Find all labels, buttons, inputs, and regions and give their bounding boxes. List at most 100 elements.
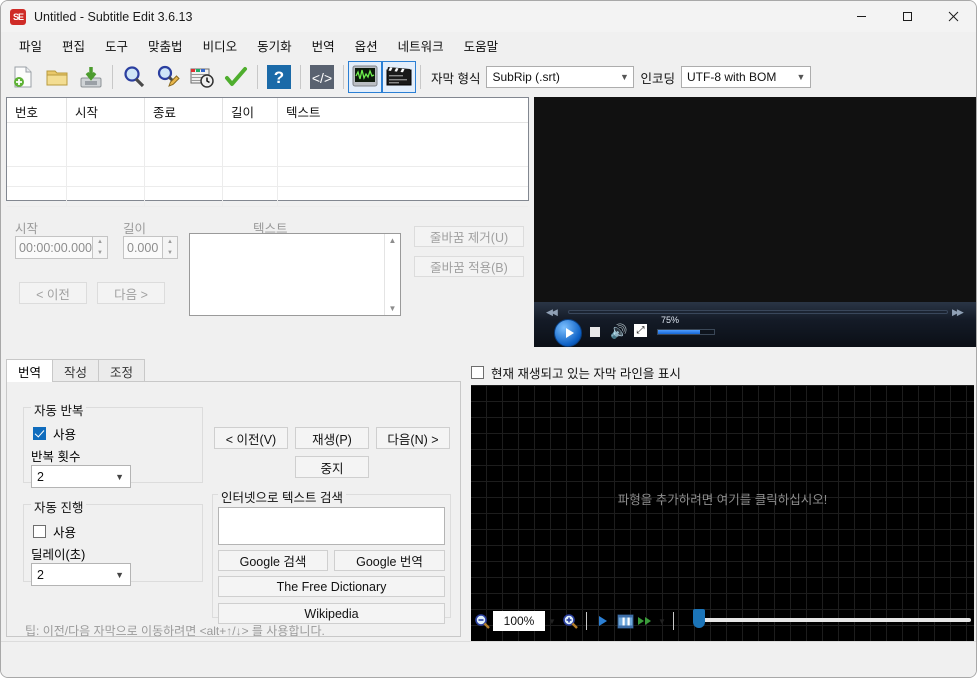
next-subtitle-button[interactable]: 다음 > (97, 282, 165, 304)
menu-spellcheck[interactable]: 맞춤법 (138, 32, 193, 59)
rewind-icon[interactable]: ◀◀ (546, 307, 558, 318)
fast-forward-icon[interactable]: ▶▶ (952, 307, 964, 318)
tab-adjust[interactable]: 조정 (98, 359, 146, 382)
tab-translate-label: 번역 (18, 365, 42, 380)
menu-tools[interactable]: 도구 (95, 32, 138, 59)
previous-subtitle-button[interactable]: < 이전 (19, 282, 87, 304)
column-header-text[interactable]: 텍스트 (278, 98, 528, 122)
show-current-line-checkbox[interactable] (471, 366, 484, 379)
subtitle-format-select[interactable]: SubRip (.srt) ▼ (486, 66, 635, 88)
auto-repeat-count-value: 2 (37, 469, 44, 484)
video-player[interactable]: ◀◀ ▶▶ 🔊 ⤢ 75% (534, 97, 976, 347)
zoom-out-icon[interactable] (471, 610, 493, 632)
fullscreen-button[interactable]: ⤢ (634, 324, 647, 337)
free-dictionary-label: The Free Dictionary (276, 579, 387, 594)
auto-repeat-enable-label: 사용 (53, 428, 77, 442)
auto-continue-checkbox[interactable] (33, 525, 46, 538)
subtitle-text-editor[interactable]: ▲ ▼ (189, 233, 401, 316)
sync-timing-icon[interactable] (185, 61, 219, 93)
waveform-toolbar-separator (673, 612, 674, 630)
break-button[interactable]: 줄바꿈 적용(B) (414, 256, 524, 277)
start-time-stepper[interactable]: ▲ ▼ (93, 236, 108, 259)
chevron-down-icon: ▼ (796, 72, 806, 82)
help-icon[interactable]: ? (262, 61, 296, 93)
waveform-play-icon[interactable] (592, 610, 614, 632)
minimize-button[interactable] (838, 1, 884, 32)
auto-repeat-count-select[interactable]: 2 ▼ (31, 465, 131, 488)
show-current-line-row[interactable]: 현재 재생되고 있는 자막 라인을 표시 (471, 363, 681, 382)
encoding-select[interactable]: UTF-8 with BOM ▼ (681, 66, 811, 88)
google-translate-label: Google 번역 (356, 555, 423, 569)
maximize-button[interactable] (884, 1, 930, 32)
waveform-position-slider-thumb[interactable] (693, 609, 705, 628)
menu-options[interactable]: 옵션 (345, 32, 388, 59)
save-icon[interactable] (74, 61, 108, 93)
subtitle-format-value: SubRip (.srt) (492, 70, 560, 84)
text-editor-scrollbar[interactable]: ▲ ▼ (384, 234, 400, 315)
subtitle-list-view[interactable]: 번호 시작 종료 길이 텍스트 (6, 97, 529, 207)
open-folder-icon[interactable] (40, 61, 74, 93)
waveform-toolbar-separator (586, 612, 587, 630)
waveform-panel: 현재 재생되고 있는 자막 라인을 표시 파형을 추가하려면 여기를 클릭하십시… (466, 359, 974, 641)
fast-forward-dropdown-icon[interactable]: ▼ (656, 610, 668, 632)
auto-repeat-checkbox[interactable] (33, 427, 46, 440)
translate-next-button[interactable]: 다음(N) > (376, 427, 450, 449)
column-header-number[interactable]: 번호 (7, 98, 67, 122)
unbreak-button[interactable]: 줄바꿈 제거(U) (414, 226, 524, 247)
table-row[interactable] (7, 167, 528, 187)
menu-sync[interactable]: 동기화 (247, 32, 302, 59)
menu-network[interactable]: 네트워크 (388, 32, 454, 59)
new-file-icon[interactable] (6, 61, 40, 93)
fast-forward-icon[interactable] (636, 610, 656, 632)
menu-translate[interactable]: 번역 (302, 32, 345, 59)
tab-translate[interactable]: 번역 (6, 359, 54, 382)
menu-help[interactable]: 도움말 (454, 32, 509, 59)
source-view-icon[interactable]: </> (305, 61, 339, 93)
close-button[interactable] (930, 1, 976, 32)
menu-video[interactable]: 비디오 (193, 32, 248, 59)
start-time-input[interactable]: 00:00:00.000 (15, 236, 93, 259)
search-input[interactable] (218, 507, 445, 545)
replace-icon[interactable] (151, 61, 185, 93)
zoom-in-icon[interactable] (559, 610, 581, 632)
find-icon[interactable] (117, 61, 151, 93)
stop-button[interactable] (590, 327, 600, 337)
translate-next-label: 다음(N) > (387, 432, 439, 447)
waveform-position-slider-track[interactable] (699, 618, 971, 622)
auto-continue-delay-select[interactable]: 2 ▼ (31, 563, 131, 586)
waveform-canvas[interactable]: 파형을 추가하려면 여기를 클릭하십시오! (471, 385, 974, 641)
column-header-end[interactable]: 종료 (145, 98, 223, 122)
zoom-dropdown-icon[interactable]: ▼ (545, 610, 559, 632)
video-screen[interactable] (534, 97, 976, 302)
table-row[interactable] (7, 147, 528, 167)
google-translate-button[interactable]: Google 번역 (334, 550, 445, 571)
speaker-icon[interactable]: 🔊 (610, 324, 627, 338)
menu-edit[interactable]: 편집 (52, 32, 95, 59)
auto-repeat-enable-row[interactable]: 사용 (33, 424, 76, 443)
free-dictionary-button[interactable]: The Free Dictionary (218, 576, 445, 597)
column-header-start[interactable]: 시작 (67, 98, 145, 122)
duration-input[interactable]: 0.000 (123, 236, 163, 259)
column-header-duration[interactable]: 길이 (223, 98, 278, 122)
zoom-level-value[interactable]: 100% (493, 611, 545, 631)
spellcheck-icon[interactable] (219, 61, 253, 93)
wikipedia-button[interactable]: Wikipedia (218, 603, 445, 624)
tab-create[interactable]: 작성 (52, 359, 100, 382)
waveform-toggle-icon[interactable] (348, 61, 382, 93)
table-row[interactable] (7, 187, 528, 207)
video-seek-bar[interactable] (568, 310, 948, 314)
menu-file[interactable]: 파일 (9, 32, 52, 59)
auto-continue-enable-row[interactable]: 사용 (33, 522, 76, 541)
scene-change-icon[interactable] (614, 610, 636, 632)
translate-play-button[interactable]: 재생(P) (295, 427, 369, 449)
translate-prev-button[interactable]: < 이전(V) (214, 427, 288, 449)
volume-slider[interactable] (657, 329, 715, 335)
scroll-down-icon: ▼ (388, 304, 397, 313)
translate-stop-button[interactable]: 중지 (295, 456, 369, 478)
play-button[interactable] (554, 319, 582, 347)
encoding-label: 인코딩 (640, 71, 675, 86)
subtitle-format-label: 자막 형식 (431, 71, 481, 86)
video-toggle-icon[interactable] (382, 61, 416, 93)
duration-stepper[interactable]: ▲ ▼ (163, 236, 178, 259)
google-search-button[interactable]: Google 검색 (218, 550, 328, 571)
